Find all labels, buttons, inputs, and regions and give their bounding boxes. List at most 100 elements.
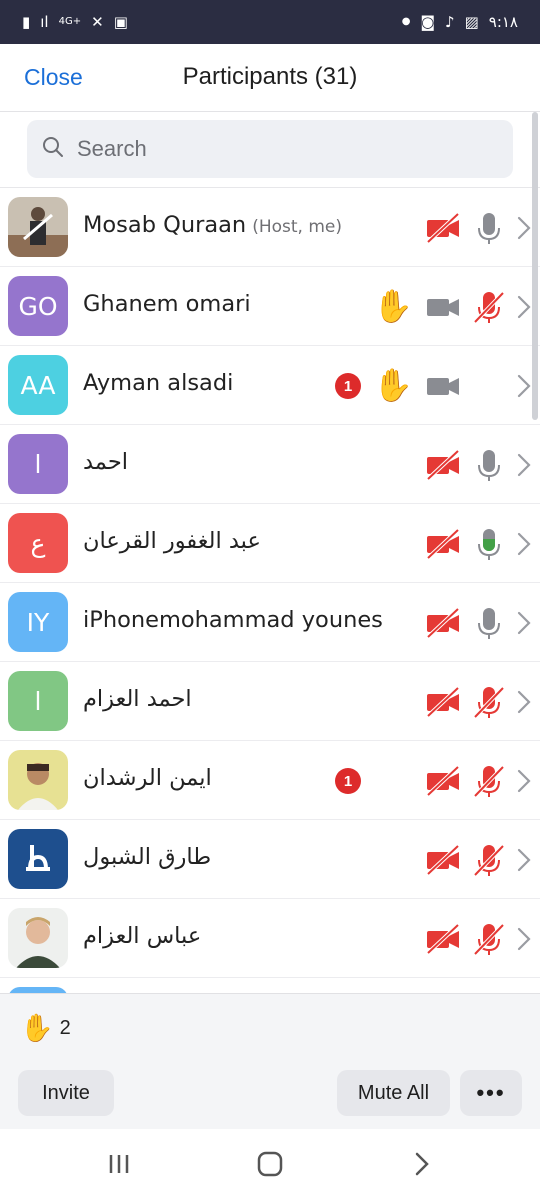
raised-hand-icon: ✋ <box>373 367 413 403</box>
chevron-right-icon[interactable] <box>514 846 534 874</box>
status-bar-right: ● ◙ ♪ ▨ ٩:١٨ <box>402 13 518 31</box>
participant-row[interactable]: Mosab Quraan (Host, me) <box>0 188 540 267</box>
participant-name: احمد العزام <box>83 686 192 712</box>
battery-icon: ▮ <box>22 12 31 31</box>
participant-list[interactable]: Mosab Quraan (Host, me) GO Ghanem omari ✋ AA A… <box>0 187 540 993</box>
video-off-icon <box>424 841 462 879</box>
video-off-icon <box>424 446 462 484</box>
page-title: Participants (31) <box>182 63 358 90</box>
video-off-icon <box>424 920 462 958</box>
participant-row[interactable]: عباس العزام <box>0 899 540 978</box>
scrollbar[interactable] <box>532 112 538 420</box>
participant-row[interactable]: AA Ayman alsadi 1 ✋ <box>0 346 540 425</box>
video-on-icon <box>424 367 462 405</box>
system-navigation-bar <box>0 1129 540 1200</box>
app-icon: ◙ <box>420 12 435 31</box>
chat-badge: 1 <box>335 373 361 399</box>
avatar: IY <box>8 592 68 652</box>
participant-name-wrap: iPhonemohammad younes <box>83 607 383 633</box>
mic-icon <box>470 446 508 484</box>
home-icon[interactable] <box>253 1149 287 1179</box>
participant-row-partial[interactable] <box>0 978 540 993</box>
participant-name-wrap: Ayman alsadi <box>83 370 233 396</box>
signal-icon: ıl <box>40 12 49 31</box>
video-off-icon <box>424 762 462 800</box>
chevron-right-icon[interactable] <box>514 293 534 321</box>
participant-name-wrap: ايمن الرشدان <box>83 765 212 791</box>
status-bar-left: ▮ ıl 4G+ ✕ ▣ <box>22 12 128 31</box>
participant-name: iPhonemohammad younes <box>83 607 383 633</box>
video-on-icon <box>424 288 462 326</box>
recent-apps-icon[interactable] <box>102 1149 136 1179</box>
participant-name-wrap: Mosab Quraan (Host, me) <box>83 212 342 238</box>
chevron-right-icon[interactable] <box>514 688 534 716</box>
chevron-right-icon[interactable] <box>514 214 534 242</box>
mic-muted-icon <box>470 841 508 879</box>
participant-name-wrap: عبد الغفور القرعان <box>83 528 261 554</box>
dot-icon: ● <box>401 16 411 27</box>
video-off-icon <box>424 525 462 563</box>
mute-all-button[interactable]: Mute All <box>337 1070 450 1116</box>
status-time: ٩:١٨ <box>488 13 518 31</box>
search-icon <box>41 135 65 164</box>
participant-name: Ghanem omari <box>83 291 251 317</box>
avatar <box>8 197 68 257</box>
host-tag: (Host, me) <box>252 217 342 237</box>
participant-name: Mosab Quraan <box>83 212 247 238</box>
network-label: 4G+ <box>58 16 82 27</box>
participant-name-wrap: احمد <box>83 449 128 475</box>
chevron-right-icon[interactable] <box>514 530 534 558</box>
participant-name: Ayman alsadi <box>83 370 234 396</box>
video-off-icon <box>424 604 462 642</box>
footer-bar: ✋ 2 Invite Mute All ••• <box>0 993 540 1129</box>
participant-row[interactable]: طارق الشبول <box>0 820 540 899</box>
mic-speaking-icon <box>470 525 508 563</box>
participant-row[interactable]: ايمن الرشدان 1 <box>0 741 540 820</box>
participant-row[interactable]: GO Ghanem omari ✋ <box>0 267 540 346</box>
chevron-right-icon[interactable] <box>514 767 534 795</box>
participant-name-wrap: احمد العزام <box>83 686 192 712</box>
chat-badge: 1 <box>335 768 361 794</box>
chevron-right-icon[interactable] <box>514 925 534 953</box>
invite-button[interactable]: Invite <box>18 1070 114 1116</box>
chevron-right-icon[interactable] <box>514 372 534 400</box>
back-icon[interactable] <box>404 1149 438 1179</box>
raised-hands-count: 2 <box>59 1016 71 1039</box>
participant-row[interactable]: ع عبد الغفور القرعان <box>0 504 540 583</box>
participant-name: عباس العزام <box>83 923 202 949</box>
participant-name: عبد الغفور القرعان <box>83 528 261 554</box>
avatar: GO <box>8 276 68 336</box>
participant-row[interactable]: IY iPhonemohammad younes <box>0 583 540 662</box>
participant-name: طارق الشبول <box>83 844 212 870</box>
chevron-right-icon[interactable] <box>514 451 534 479</box>
video-off-icon <box>424 683 462 721</box>
avatar <box>8 908 68 968</box>
avatar: ع <box>8 513 68 573</box>
participant-row[interactable]: ا احمد <box>0 425 540 504</box>
participant-name-wrap: طارق الشبول <box>83 844 211 870</box>
avatar: ا <box>8 671 68 731</box>
more-options-button[interactable]: ••• <box>460 1070 522 1116</box>
participant-name-wrap: Ghanem omari <box>83 291 251 317</box>
video-off-icon <box>424 209 462 247</box>
mic-icon <box>470 604 508 642</box>
raised-hands-indicator: ✋ 2 <box>20 1012 71 1044</box>
avatar: AA <box>8 355 68 415</box>
mute-icon: ✕ <box>91 12 104 31</box>
participant-name: احمد <box>83 449 128 475</box>
header-bar: Close Participants (31) <box>0 44 540 112</box>
participant-name: ايمن الرشدان <box>83 765 212 791</box>
raised-hand-icon: ✋ <box>373 288 413 324</box>
avatar <box>8 829 68 889</box>
avatar: ا <box>8 434 68 494</box>
search-input[interactable] <box>77 136 477 162</box>
image-icon: ▨ <box>464 12 479 31</box>
mic-muted-icon <box>470 762 508 800</box>
raised-hand-icon: ✋ <box>20 1013 54 1043</box>
participant-row[interactable]: ا احمد العزام <box>0 662 540 741</box>
chevron-right-icon[interactable] <box>514 609 534 637</box>
search-bar[interactable] <box>27 120 513 178</box>
status-bar: ▮ ıl 4G+ ✕ ▣ ● ◙ ♪ ▨ ٩:١٨ <box>0 0 540 44</box>
mic-icon <box>470 209 508 247</box>
mic-muted-icon <box>470 683 508 721</box>
